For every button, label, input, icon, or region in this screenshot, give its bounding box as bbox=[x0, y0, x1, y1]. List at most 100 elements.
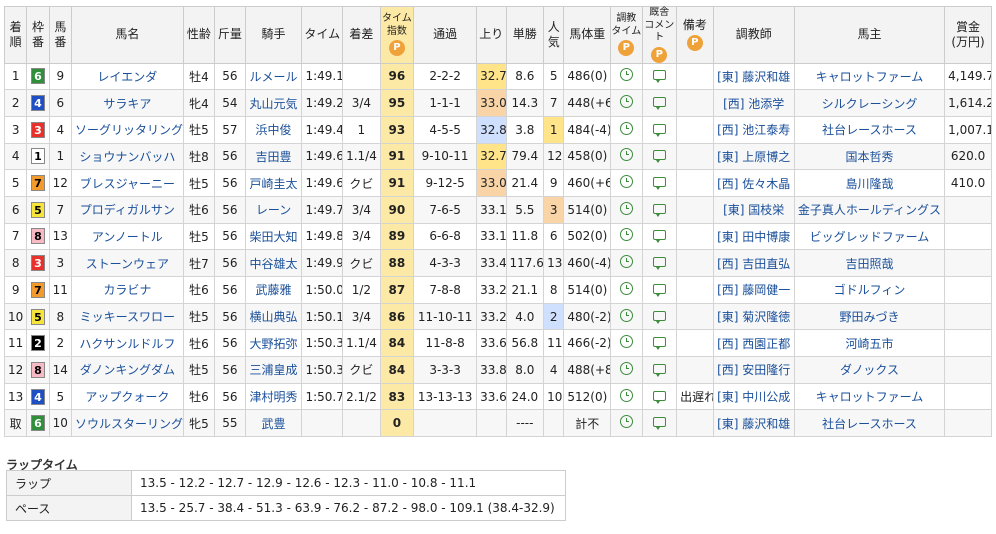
trainer-link[interactable]: [東] 藤沢和雄 bbox=[712, 62, 795, 91]
speech-bubble-icon[interactable] bbox=[652, 177, 666, 191]
col-prize[interactable]: 賞金 (万円) bbox=[944, 6, 992, 64]
trainer-link[interactable]: [東] 田中博康 bbox=[712, 222, 795, 251]
owner-link[interactable]: 社台レースホース bbox=[793, 409, 946, 438]
training-time-icon[interactable] bbox=[610, 329, 643, 358]
clock-icon[interactable] bbox=[619, 255, 633, 269]
owner-link[interactable]: シルクレーシング bbox=[793, 89, 946, 117]
stable-comment-icon[interactable] bbox=[641, 356, 678, 384]
stable-comment-icon[interactable] bbox=[641, 115, 678, 144]
owner-link[interactable]: 金子真人ホールディングス bbox=[793, 195, 946, 224]
training-time-icon[interactable] bbox=[610, 169, 643, 197]
training-time-icon[interactable] bbox=[610, 142, 643, 171]
jockey-link[interactable]: 戸崎圭太 bbox=[244, 169, 303, 197]
trainer-link[interactable]: [西] 安田隆行 bbox=[712, 356, 795, 384]
training-time-icon[interactable] bbox=[610, 222, 643, 251]
clock-icon[interactable] bbox=[619, 228, 633, 242]
stable-comment-icon[interactable] bbox=[641, 329, 678, 358]
clock-icon[interactable] bbox=[619, 281, 633, 295]
owner-link[interactable]: 島川隆哉 bbox=[793, 169, 946, 197]
trainer-link[interactable]: [東] 藤沢和雄 bbox=[712, 409, 795, 438]
training-time-icon[interactable] bbox=[610, 249, 643, 277]
speech-bubble-icon[interactable] bbox=[652, 390, 666, 404]
trainer-link[interactable]: [西] 藤岡健一 bbox=[712, 276, 795, 304]
horse-name-link[interactable]: ダノンキングダム bbox=[70, 356, 184, 384]
horse-name-link[interactable]: アップクォーク bbox=[70, 382, 184, 411]
training-time-icon[interactable] bbox=[610, 115, 643, 144]
jockey-link[interactable]: 丸山元気 bbox=[244, 89, 303, 117]
stable-comment-icon[interactable] bbox=[641, 142, 678, 171]
clock-icon[interactable] bbox=[619, 68, 633, 82]
horse-name-link[interactable]: レイエンダ bbox=[70, 62, 184, 91]
owner-link[interactable]: 野田みづき bbox=[793, 302, 946, 331]
jockey-link[interactable]: 三浦皇成 bbox=[244, 356, 303, 384]
stable-comment-icon[interactable] bbox=[641, 169, 678, 197]
speech-bubble-icon[interactable] bbox=[652, 70, 666, 84]
trainer-link[interactable]: [西] 池添学 bbox=[712, 89, 795, 117]
clock-icon[interactable] bbox=[619, 148, 633, 162]
clock-icon[interactable] bbox=[619, 388, 633, 402]
jockey-link[interactable]: 横山典弘 bbox=[244, 302, 303, 331]
col-name[interactable]: 馬名 bbox=[70, 6, 184, 64]
speech-bubble-icon[interactable] bbox=[652, 123, 666, 137]
speech-bubble-icon[interactable] bbox=[652, 257, 666, 271]
training-time-icon[interactable] bbox=[610, 62, 643, 91]
trainer-link[interactable]: [東] 国枝栄 bbox=[712, 195, 795, 224]
jockey-link[interactable]: 浜中俊 bbox=[244, 115, 303, 144]
speech-bubble-icon[interactable] bbox=[652, 363, 666, 377]
horse-name-link[interactable]: ミッキースワロー bbox=[70, 302, 184, 331]
training-time-icon[interactable] bbox=[610, 89, 643, 117]
trainer-link[interactable]: [東] 菊沢隆徳 bbox=[712, 302, 795, 331]
training-time-icon[interactable] bbox=[610, 409, 643, 438]
jockey-link[interactable]: ルメール bbox=[244, 62, 303, 91]
clock-icon[interactable] bbox=[619, 121, 633, 135]
jockey-link[interactable]: 吉田豊 bbox=[244, 142, 303, 171]
clock-icon[interactable] bbox=[619, 308, 633, 322]
horse-name-link[interactable]: プロディガルサン bbox=[70, 195, 184, 224]
jockey-link[interactable]: レーン bbox=[244, 195, 303, 224]
owner-link[interactable]: 社台レースホース bbox=[793, 115, 946, 144]
stable-comment-icon[interactable] bbox=[641, 222, 678, 251]
speech-bubble-icon[interactable] bbox=[652, 417, 666, 431]
owner-link[interactable]: 河崎五市 bbox=[793, 329, 946, 358]
stable-comment-icon[interactable] bbox=[641, 195, 678, 224]
owner-link[interactable]: キャロットファーム bbox=[793, 382, 946, 411]
col-weight[interactable]: 斤量 bbox=[214, 6, 246, 64]
col-time-index[interactable]: タイム 指数 P bbox=[379, 6, 415, 64]
training-time-icon[interactable] bbox=[610, 276, 643, 304]
trainer-link[interactable]: [西] 佐々木晶 bbox=[712, 169, 795, 197]
owner-link[interactable]: キャロットファーム bbox=[793, 62, 946, 91]
owner-link[interactable]: 国本哲秀 bbox=[793, 142, 946, 171]
training-time-icon[interactable] bbox=[610, 195, 643, 224]
speech-bubble-icon[interactable] bbox=[652, 150, 666, 164]
horse-name-link[interactable]: ショウナンバッハ bbox=[70, 142, 184, 171]
horse-name-link[interactable]: ソウルスターリング bbox=[70, 409, 184, 438]
clock-icon[interactable] bbox=[619, 201, 633, 215]
jockey-link[interactable]: 大野拓弥 bbox=[244, 329, 303, 358]
owner-link[interactable]: ビッグレッドファーム bbox=[793, 222, 946, 251]
jockey-link[interactable]: 武藤雅 bbox=[244, 276, 303, 304]
stable-comment-icon[interactable] bbox=[641, 409, 678, 438]
stable-comment-icon[interactable] bbox=[641, 89, 678, 117]
clock-icon[interactable] bbox=[619, 335, 633, 349]
clock-icon[interactable] bbox=[619, 95, 633, 109]
col-agari[interactable]: 上り bbox=[476, 6, 507, 64]
jockey-link[interactable]: 中谷雄太 bbox=[244, 249, 303, 277]
col-odds[interactable]: 単勝 bbox=[505, 6, 545, 64]
trainer-link[interactable]: [西] 吉田直弘 bbox=[712, 249, 795, 277]
horse-name-link[interactable]: ストーンウェア bbox=[70, 249, 184, 277]
col-time[interactable]: タイム bbox=[301, 6, 344, 64]
jockey-link[interactable]: 武豊 bbox=[244, 409, 303, 438]
speech-bubble-icon[interactable] bbox=[652, 230, 666, 244]
col-jockey[interactable]: 騎手 bbox=[244, 6, 303, 64]
speech-bubble-icon[interactable] bbox=[652, 310, 666, 324]
jockey-link[interactable]: 津村明秀 bbox=[244, 382, 303, 411]
horse-name-link[interactable]: サラキア bbox=[70, 89, 184, 117]
col-popularity[interactable]: 人 気 bbox=[543, 6, 565, 64]
clock-icon[interactable] bbox=[619, 415, 633, 429]
horse-name-link[interactable]: ハクサンルドルフ bbox=[70, 329, 184, 358]
trainer-link[interactable]: [東] 上原博之 bbox=[712, 142, 795, 171]
horse-name-link[interactable]: アンノートル bbox=[70, 222, 184, 251]
stable-comment-icon[interactable] bbox=[641, 62, 678, 91]
clock-icon[interactable] bbox=[619, 175, 633, 189]
stable-comment-icon[interactable] bbox=[641, 302, 678, 331]
